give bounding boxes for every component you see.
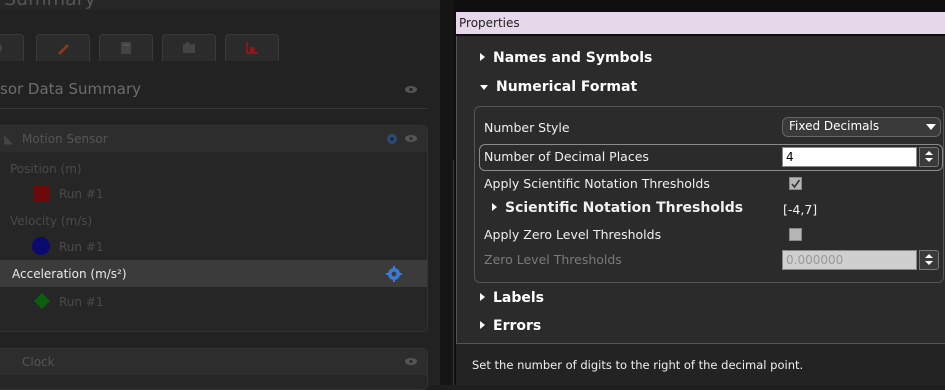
zero-thresholds-label: Zero Level Thresholds	[484, 252, 622, 267]
tab-graph[interactable]	[225, 34, 279, 61]
chevron-down-icon	[926, 124, 936, 130]
clock-header[interactable]: Clock	[0, 349, 427, 375]
velocity-run-label: Run #1	[59, 240, 104, 254]
motion-sensor-title: Motion Sensor	[22, 132, 108, 146]
zero-thresholds-value: 0.000000	[786, 253, 844, 267]
gear-icon[interactable]	[385, 132, 399, 146]
acceleration-color-swatch[interactable]	[33, 292, 51, 310]
section-labels[interactable]: Labels	[480, 290, 544, 306]
section-names-symbols[interactable]: Names and Symbols	[480, 50, 652, 66]
summary-tabbar	[0, 34, 300, 62]
decimal-places-value: 4	[786, 150, 794, 164]
sci-thresholds-label: Scientific Notation Thresholds	[505, 200, 744, 216]
summary-separator	[0, 108, 428, 109]
decimal-places-label: Number of Decimal Places	[484, 149, 649, 164]
number-style-label: Number Style	[484, 120, 570, 135]
arrow-down-icon	[925, 261, 933, 265]
checkmark-icon	[791, 179, 801, 189]
motion-sensor-header[interactable]: ◣ Motion Sensor	[0, 126, 427, 152]
data-summary-panel: Summary sor Data Summary ◣ Motion Sensor	[0, 0, 440, 390]
chevron-right-icon	[492, 203, 497, 211]
clock-title: Clock	[22, 355, 55, 369]
properties-title: Properties	[459, 16, 520, 30]
data-summary-title: sor Data Summary	[0, 80, 141, 98]
section-errors-label: Errors	[493, 318, 542, 334]
tab-pencil[interactable]	[36, 34, 90, 61]
gear-icon[interactable]	[386, 266, 402, 282]
summary-window-title: Summary	[0, 0, 444, 10]
tab-camera[interactable]	[162, 34, 216, 61]
decimal-places-input[interactable]: 4	[782, 147, 917, 167]
arrow-down-icon	[925, 158, 933, 162]
velocity-color-swatch[interactable]	[32, 237, 50, 255]
apply-zero-label: Apply Zero Level Thresholds	[484, 227, 662, 242]
zero-thresholds-input[interactable]: 0.000000	[782, 250, 917, 270]
acceleration-row[interactable]: Acceleration (m/s²)	[0, 260, 427, 287]
position-run-label: Run #1	[59, 187, 104, 201]
apply-zero-checkbox[interactable]	[789, 228, 802, 241]
camera-icon	[183, 42, 195, 53]
sci-thresholds-toggle[interactable]: Scientific Notation Thresholds	[492, 200, 743, 216]
status-text: Set the number of digits to the right of…	[472, 358, 804, 372]
arrow-up-icon	[925, 254, 933, 258]
properties-titlebar: Properties	[456, 12, 945, 34]
velocity-label: Velocity (m/s)	[10, 214, 93, 228]
chevron-right-icon	[480, 53, 485, 61]
eye-icon[interactable]	[404, 357, 418, 366]
number-style-select[interactable]: Fixed Decimals	[782, 117, 941, 137]
status-bar: Set the number of digits to the right of…	[456, 343, 945, 386]
chevron-down-icon	[480, 85, 488, 90]
sensor-icon: ◣	[4, 132, 14, 146]
section-numerical-format[interactable]: Numerical Format	[480, 79, 637, 95]
sensor-icon	[0, 44, 2, 52]
clock-panel: Clock	[0, 348, 428, 390]
section-numerical-format-label: Numerical Format	[496, 79, 638, 95]
chevron-right-icon	[480, 321, 485, 329]
number-style-value: Fixed Decimals	[789, 119, 880, 133]
arrow-up-icon	[925, 151, 933, 155]
section-errors[interactable]: Errors	[480, 318, 541, 334]
data-summary-header: sor Data Summary	[0, 74, 428, 104]
eye-icon[interactable]	[404, 134, 418, 143]
section-labels-label: Labels	[493, 290, 545, 306]
tab-sensor[interactable]	[0, 34, 24, 61]
eye-icon[interactable]	[404, 85, 418, 94]
pencil-icon	[58, 44, 69, 55]
calculator-icon	[121, 42, 131, 54]
graph-icon	[246, 42, 258, 54]
position-color-swatch[interactable]	[33, 185, 49, 201]
acceleration-label: Acceleration (m/s²)	[12, 267, 127, 281]
sci-thresholds-value: [-4,7]	[783, 202, 818, 217]
section-names-symbols-label: Names and Symbols	[493, 50, 653, 66]
chevron-right-icon	[480, 293, 485, 301]
zero-thresholds-stepper[interactable]	[919, 250, 939, 270]
acceleration-run-label: Run #1	[59, 295, 104, 309]
decimal-places-stepper[interactable]	[919, 147, 939, 167]
position-label: Position (m)	[10, 162, 82, 176]
apply-sci-label: Apply Scientific Notation Thresholds	[484, 176, 710, 191]
tab-calculator[interactable]	[99, 34, 153, 61]
apply-sci-checkbox[interactable]	[789, 177, 802, 190]
